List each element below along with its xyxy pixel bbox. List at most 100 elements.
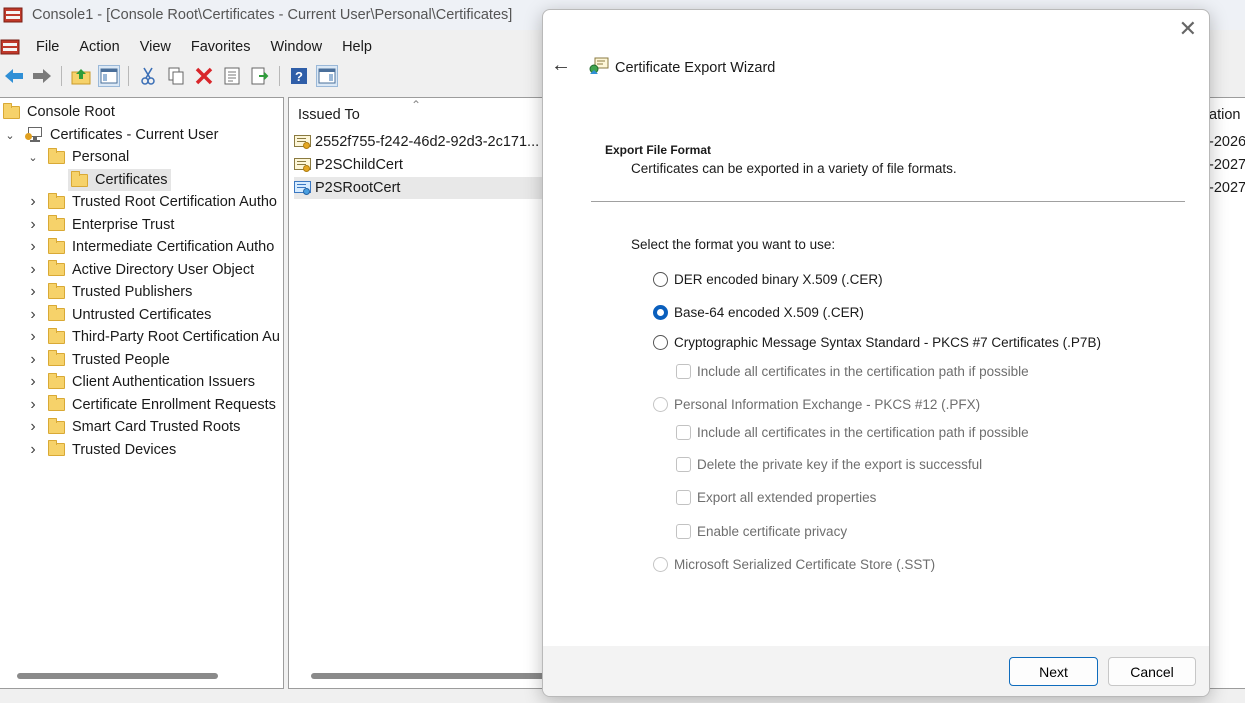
cancel-button[interactable]: Cancel [1108,657,1196,686]
cut-icon[interactable] [137,65,159,87]
tree-node-folder[interactable]: › Active Directory User Object [26,259,254,281]
tree-node-certificates[interactable]: Certificates [68,169,171,191]
certificate-row-selected[interactable]: P2SRootCert [294,177,554,199]
radio-button-disabled[interactable] [653,557,668,572]
tree-node-folder[interactable]: › Trusted Publishers [26,281,192,303]
tree-node-folder[interactable]: › Client Authentication Issuers [26,371,255,393]
properties-icon[interactable] [221,65,243,87]
help-icon[interactable]: ? [288,65,310,87]
menu-window[interactable]: Window [261,39,333,55]
next-button[interactable]: Next [1009,657,1098,686]
mmc-menu-icon[interactable] [0,37,20,57]
certificate-row[interactable]: P2SChildCert [294,154,403,176]
folder-icon [48,305,65,321]
tree-node-label: Active Directory User Object [72,261,255,278]
folder-icon [48,147,65,164]
chevron-right-icon[interactable]: › [26,306,40,324]
close-icon[interactable]: ✕ [1179,16,1197,42]
radio-pfx[interactable]: Personal Information Exchange - PKCS #12… [653,397,980,412]
radio-button[interactable] [653,335,668,350]
tree-node-label: Trusted Devices [72,441,177,458]
mmc-app-icon[interactable] [3,5,23,25]
checkbox-pfx-export-properties[interactable]: Export all extended properties [676,490,876,505]
wizard-title: Certificate Export Wizard [615,60,776,76]
checkbox[interactable] [676,524,691,539]
tree-node-folder[interactable]: › Trusted Root Certification Autho [26,191,277,213]
tree-node-folder[interactable]: › Intermediate Certification Autho [26,236,274,258]
tree-node-certificates-current-user[interactable]: ⌄ Certificates - Current User [3,124,218,146]
tree-node-label: Certificates [95,172,168,188]
radio-pkcs7[interactable]: Cryptographic Message Syntax Standard - … [653,335,1101,350]
option-label: Personal Information Exchange - PKCS #12… [674,397,981,412]
radio-sst[interactable]: Microsoft Serialized Certificate Store (… [653,557,935,572]
menu-view[interactable]: View [130,39,181,55]
radio-base64-encoded[interactable]: Base-64 encoded X.509 (.CER) [653,305,864,320]
folder-icon [48,350,65,366]
menu-file[interactable]: File [26,39,69,55]
certificate-row[interactable]: 2552f755-f242-46d2-92d3-2c171... [294,131,539,153]
back-icon[interactable] [3,65,25,87]
show-hide-tree-icon[interactable] [98,65,120,87]
radio-der-encoded[interactable]: DER encoded binary X.509 (.CER) [653,272,883,287]
chevron-right-icon[interactable]: › [26,216,40,234]
tree-node-folder[interactable]: › Untrusted Certificates [26,304,211,326]
toolbar-separator [279,66,280,86]
menu-help[interactable]: Help [332,39,382,55]
section-description: Certificates can be exported in a variet… [631,161,957,176]
checkbox[interactable] [676,490,691,505]
tree-node-folder[interactable]: › Third-Party Root Certification Au [26,326,280,348]
chevron-right-icon[interactable]: › [26,396,40,414]
checkbox-pfx-privacy[interactable]: Enable certificate privacy [676,524,847,539]
tree-node-folder[interactable]: › Trusted People [26,349,170,371]
option-label: Include all certificates in the certific… [697,364,1029,379]
checkbox-pkcs7-include-all[interactable]: Include all certificates in the certific… [676,364,1029,379]
chevron-right-icon[interactable]: › [26,193,40,211]
checkbox-pfx-delete-key[interactable]: Delete the private key if the export is … [676,457,982,472]
chevron-right-icon[interactable]: › [26,441,40,459]
tree-node-personal[interactable]: ⌄ Personal [26,146,129,168]
option-label: Base-64 encoded X.509 (.CER) [674,305,864,320]
folder-icon [48,237,65,254]
folder-icon [48,282,65,299]
column-header-issued-to[interactable]: Issued To [298,107,360,123]
delete-icon[interactable] [193,65,215,87]
radio-button-selected[interactable] [653,305,668,320]
checkbox[interactable] [676,425,691,440]
up-folder-icon[interactable] [70,65,92,87]
chevron-right-icon[interactable]: › [26,373,40,391]
export-list-icon[interactable] [249,65,271,87]
option-label: Include all certificates in the certific… [697,425,1029,440]
radio-button[interactable] [653,272,668,287]
menu-action[interactable]: Action [69,39,129,55]
chevron-right-icon[interactable]: › [26,238,40,256]
forward-icon[interactable] [31,65,53,87]
radio-button-disabled[interactable] [653,397,668,412]
section-title: Export File Format [605,143,712,157]
chevron-right-icon[interactable]: › [26,283,40,301]
chevron-right-icon[interactable]: › [26,418,40,436]
chevron-down-icon[interactable]: ⌄ [3,129,17,142]
tree-horizontal-scrollbar[interactable] [17,673,218,679]
action-pane-icon[interactable] [316,65,338,87]
tree-node-folder[interactable]: › Trusted Devices [26,439,176,461]
certificate-expiration: -2027 [1209,157,1245,173]
checkbox[interactable] [676,364,691,379]
checkbox[interactable] [676,457,691,472]
menu-favorites[interactable]: Favorites [181,39,261,55]
folder-icon [48,192,65,209]
column-header-expiration[interactable]: ation D [1209,107,1245,123]
back-arrow-icon[interactable]: ← [551,54,571,77]
copy-icon[interactable] [165,65,187,87]
chevron-right-icon[interactable]: › [26,328,40,346]
checkbox-pfx-include-all[interactable]: Include all certificates in the certific… [676,425,1029,440]
tree-node-folder[interactable]: › Smart Card Trusted Roots [26,416,240,438]
list-horizontal-scrollbar[interactable] [311,673,551,679]
chevron-down-icon[interactable]: ⌄ [26,151,40,164]
chevron-right-icon[interactable]: › [26,351,40,369]
tree-node-console-root[interactable]: Console Root [3,101,115,123]
console-tree-pane[interactable]: Console Root ⌄ Certificates - Current Us… [0,97,284,689]
tree-node-label: Untrusted Certificates [72,306,212,323]
tree-node-folder[interactable]: › Enterprise Trust [26,214,174,236]
tree-node-folder[interactable]: › Certificate Enrollment Requests [26,394,276,416]
chevron-right-icon[interactable]: › [26,261,40,279]
